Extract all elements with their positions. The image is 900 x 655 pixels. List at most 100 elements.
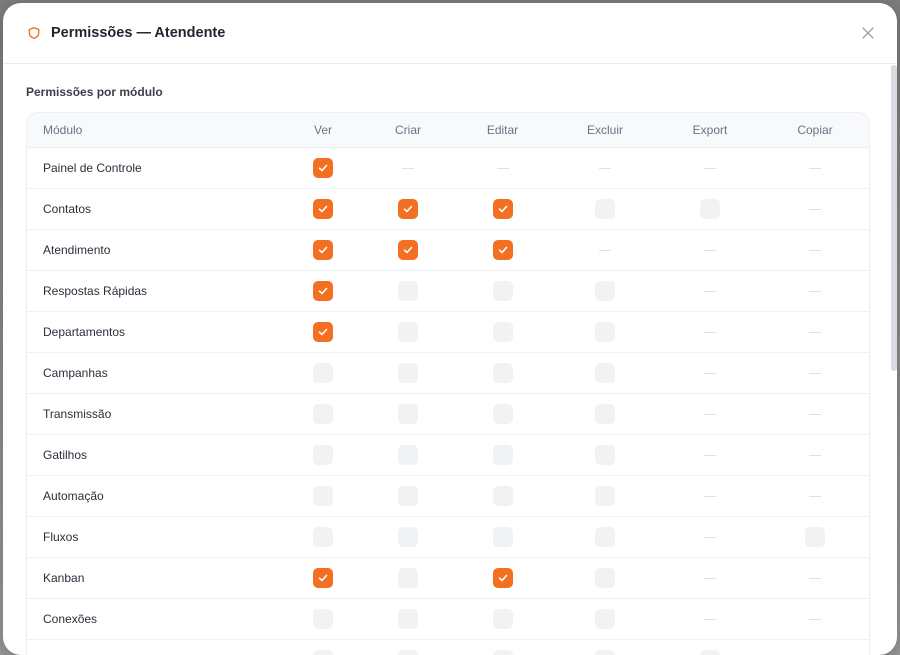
permission-checkbox-criar[interactable] bbox=[398, 281, 418, 301]
not-applicable-dash bbox=[704, 331, 716, 333]
permission-checkbox-ver[interactable] bbox=[313, 445, 333, 465]
permission-checkbox-editar[interactable] bbox=[492, 609, 513, 629]
permission-checkbox-criar[interactable] bbox=[398, 609, 418, 629]
column-header-criar: Criar bbox=[395, 123, 421, 137]
permission-checkbox-editar[interactable] bbox=[492, 322, 513, 342]
check-icon bbox=[318, 246, 328, 254]
permission-checkbox-editar[interactable] bbox=[492, 404, 513, 424]
not-applicable-dash bbox=[599, 167, 611, 169]
permission-checkbox-criar[interactable] bbox=[398, 527, 418, 547]
permission-checkbox-editar[interactable] bbox=[492, 486, 513, 506]
cell-excluir bbox=[565, 599, 645, 639]
cell-copiar bbox=[775, 476, 855, 516]
column-header-ver: Ver bbox=[313, 123, 332, 137]
permission-checkbox-excluir[interactable] bbox=[595, 486, 615, 506]
permission-checkbox-excluir[interactable] bbox=[595, 404, 615, 424]
module-name bbox=[27, 640, 270, 655]
permission-checkbox-export[interactable] bbox=[700, 650, 720, 655]
module-name: Fluxos bbox=[43, 530, 79, 544]
close-button[interactable] bbox=[859, 24, 877, 42]
cell-copiar bbox=[775, 640, 855, 655]
permission-checkbox-ver[interactable] bbox=[313, 363, 333, 383]
permission-checkbox-editar[interactable] bbox=[492, 281, 513, 301]
not-applicable-dash bbox=[704, 577, 716, 579]
permission-checkbox-ver[interactable] bbox=[313, 199, 333, 219]
permission-checkbox-ver[interactable] bbox=[313, 486, 333, 506]
permission-checkbox-editar[interactable] bbox=[492, 527, 513, 547]
module-name: Contatos bbox=[43, 202, 92, 216]
check-icon bbox=[498, 246, 507, 254]
permission-checkbox-criar[interactable] bbox=[398, 240, 418, 260]
module-name: Automação bbox=[43, 489, 104, 503]
permission-checkbox-excluir[interactable] bbox=[595, 322, 615, 342]
permission-checkbox-criar[interactable] bbox=[398, 322, 418, 342]
cell-excluir bbox=[565, 271, 645, 311]
permission-checkbox-ver[interactable] bbox=[313, 240, 333, 260]
permission-checkbox-editar[interactable] bbox=[492, 568, 513, 588]
cell-ver bbox=[270, 353, 376, 393]
cell-editar bbox=[440, 558, 565, 598]
permission-checkbox-excluir[interactable] bbox=[595, 527, 615, 547]
permission-checkbox-ver[interactable] bbox=[313, 158, 333, 178]
permission-checkbox-excluir[interactable] bbox=[595, 609, 615, 629]
permission-checkbox-ver[interactable] bbox=[313, 322, 333, 342]
permission-checkbox-excluir[interactable] bbox=[595, 568, 615, 588]
permission-checkbox-export[interactable] bbox=[700, 199, 720, 219]
permission-checkbox-ver[interactable] bbox=[313, 281, 333, 301]
permission-checkbox-editar[interactable] bbox=[492, 240, 513, 260]
table-row: Transmissão bbox=[27, 394, 869, 435]
shield-icon bbox=[27, 25, 43, 41]
not-applicable-dash bbox=[704, 618, 716, 620]
cell-export bbox=[645, 271, 775, 311]
permission-checkbox-criar[interactable] bbox=[398, 568, 418, 588]
permissions-dialog: Permissões — Atendente Permissões por mó… bbox=[3, 3, 897, 655]
permission-checkbox-editar[interactable] bbox=[492, 199, 513, 219]
cell-copiar bbox=[775, 271, 855, 311]
permission-checkbox-excluir[interactable] bbox=[595, 363, 615, 383]
cell-ver bbox=[270, 230, 376, 270]
permission-checkbox-criar[interactable] bbox=[398, 650, 418, 655]
table-body: Painel de Controle Contatos Atendimento Res… bbox=[27, 148, 869, 655]
dialog-body[interactable]: Permissões por módulo Módulo Ver Criar E… bbox=[3, 64, 897, 655]
module-name: Departamentos bbox=[43, 325, 126, 339]
module-name: Gatilhos bbox=[43, 448, 88, 462]
permission-checkbox-excluir[interactable] bbox=[595, 445, 615, 465]
table-row: Gatilhos bbox=[27, 435, 869, 476]
permission-checkbox-ver[interactable] bbox=[313, 609, 333, 629]
permission-checkbox-editar[interactable] bbox=[492, 363, 513, 383]
permission-checkbox-ver[interactable] bbox=[313, 404, 333, 424]
permission-checkbox-ver[interactable] bbox=[313, 568, 333, 588]
not-applicable-dash bbox=[704, 167, 716, 169]
not-applicable-dash bbox=[704, 495, 716, 497]
cell-copiar bbox=[775, 230, 855, 270]
cell-copiar bbox=[775, 558, 855, 598]
permission-checkbox-excluir[interactable] bbox=[595, 650, 615, 655]
permission-checkbox-copiar[interactable] bbox=[805, 527, 825, 547]
module-name: Painel de Controle bbox=[43, 161, 142, 175]
not-applicable-dash bbox=[704, 536, 716, 538]
permission-checkbox-ver[interactable] bbox=[313, 527, 333, 547]
permission-checkbox-ver[interactable] bbox=[313, 650, 333, 655]
permission-checkbox-editar[interactable] bbox=[492, 650, 513, 655]
cell-excluir bbox=[565, 312, 645, 352]
cell-excluir bbox=[565, 353, 645, 393]
permission-checkbox-editar[interactable] bbox=[492, 445, 513, 465]
module-name: Atendimento bbox=[43, 243, 111, 257]
column-header-excluir: Excluir bbox=[586, 123, 623, 137]
cell-editar bbox=[440, 271, 565, 311]
permission-checkbox-criar[interactable] bbox=[398, 363, 418, 383]
permission-checkbox-criar[interactable] bbox=[398, 445, 418, 465]
cell-criar bbox=[376, 599, 440, 639]
not-applicable-dash bbox=[809, 495, 821, 497]
not-applicable-dash bbox=[809, 618, 821, 620]
permission-checkbox-excluir[interactable] bbox=[595, 199, 615, 219]
cell-export bbox=[645, 230, 775, 270]
permissions-table: Módulo Ver Criar Editar Excluir Export C… bbox=[26, 112, 870, 655]
permission-checkbox-criar[interactable] bbox=[398, 404, 418, 424]
permission-checkbox-excluir[interactable] bbox=[595, 281, 615, 301]
cell-excluir bbox=[565, 230, 645, 270]
permission-checkbox-criar[interactable] bbox=[398, 199, 418, 219]
scrollbar-thumb[interactable] bbox=[891, 65, 897, 371]
not-applicable-dash bbox=[704, 454, 716, 456]
permission-checkbox-criar[interactable] bbox=[398, 486, 418, 506]
